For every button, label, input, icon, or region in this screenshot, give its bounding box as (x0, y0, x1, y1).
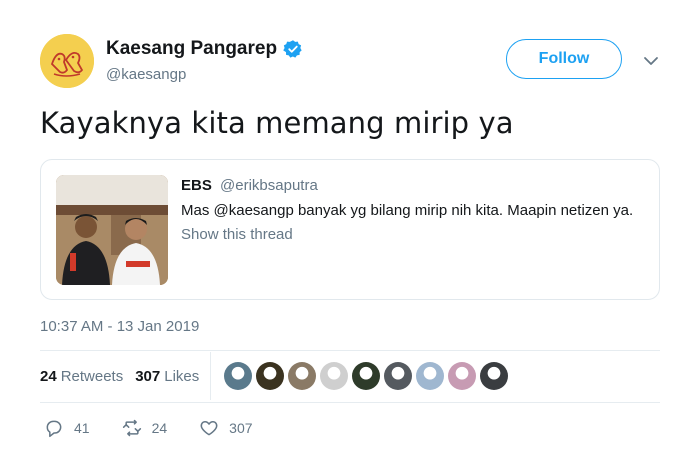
likes-label: Likes (164, 368, 200, 385)
author-name-row[interactable]: Kaesang Pangarep (106, 38, 303, 60)
follow-button[interactable]: Follow (506, 39, 622, 79)
tweet-timestamp[interactable]: 10:37 AM - 13 Jan 2019 (40, 318, 199, 335)
retweets-count: 24 (40, 368, 57, 385)
liker-avatar[interactable] (352, 362, 380, 390)
author-display-name[interactable]: Kaesang Pangarep (106, 38, 277, 60)
verified-badge-icon (283, 40, 302, 58)
liker-avatar[interactable] (480, 362, 508, 390)
retweet-count: 24 (151, 420, 168, 436)
retweets-stat[interactable]: 24 Retweets (40, 368, 123, 385)
retweets-label: Retweets (60, 368, 124, 385)
quoted-author-name: EBS (181, 177, 212, 194)
quoted-author-handle: @erikbsaputra (220, 177, 318, 194)
quoted-tweet-card[interactable]: EBS @erikbsaputra Mas @kaesangp banyak y… (40, 159, 660, 300)
author-avatar[interactable] (40, 34, 94, 88)
retweet-icon (122, 419, 141, 437)
reply-count: 41 (74, 420, 90, 436)
divider (40, 402, 660, 403)
liker-avatar[interactable] (416, 362, 444, 390)
liker-avatar[interactable] (384, 362, 412, 390)
chevron-down-icon[interactable] (642, 54, 660, 68)
photo-two-men-icon (56, 175, 168, 285)
divider (40, 350, 660, 351)
like-action[interactable]: 307 (199, 418, 253, 438)
liker-avatar[interactable] (320, 362, 348, 390)
liker-avatar[interactable] (448, 362, 476, 390)
quoted-tweet-photo[interactable] (56, 175, 168, 285)
liker-avatar[interactable] (256, 362, 284, 390)
liker-avatar[interactable] (288, 362, 316, 390)
dog-cartoon-icon (40, 34, 94, 88)
tweet-text: Kayaknya kita memang mirip ya (40, 106, 514, 140)
likes-count: 307 (135, 368, 161, 385)
tweet-actions: 41 24 307 (44, 418, 285, 438)
reply-action[interactable]: 41 (44, 418, 90, 438)
stats-separator (210, 352, 211, 400)
author-handle[interactable]: @kaesangp (106, 66, 186, 83)
quoted-tweet-text: Mas @kaesangp banyak yg bilang mirip nih… (181, 202, 634, 219)
heart-icon (200, 421, 218, 436)
liker-avatars (224, 362, 512, 390)
retweet-action[interactable]: 24 (122, 418, 168, 438)
engagement-stats: 24 Retweets 307 Likes (40, 368, 211, 385)
like-count: 307 (229, 420, 253, 436)
quoted-tweet-header: EBS @erikbsaputra (181, 177, 318, 194)
reply-icon (46, 420, 62, 438)
likes-stat[interactable]: 307 Likes (135, 368, 199, 385)
show-thread-link[interactable]: Show this thread (181, 226, 293, 243)
liker-avatar[interactable] (224, 362, 252, 390)
